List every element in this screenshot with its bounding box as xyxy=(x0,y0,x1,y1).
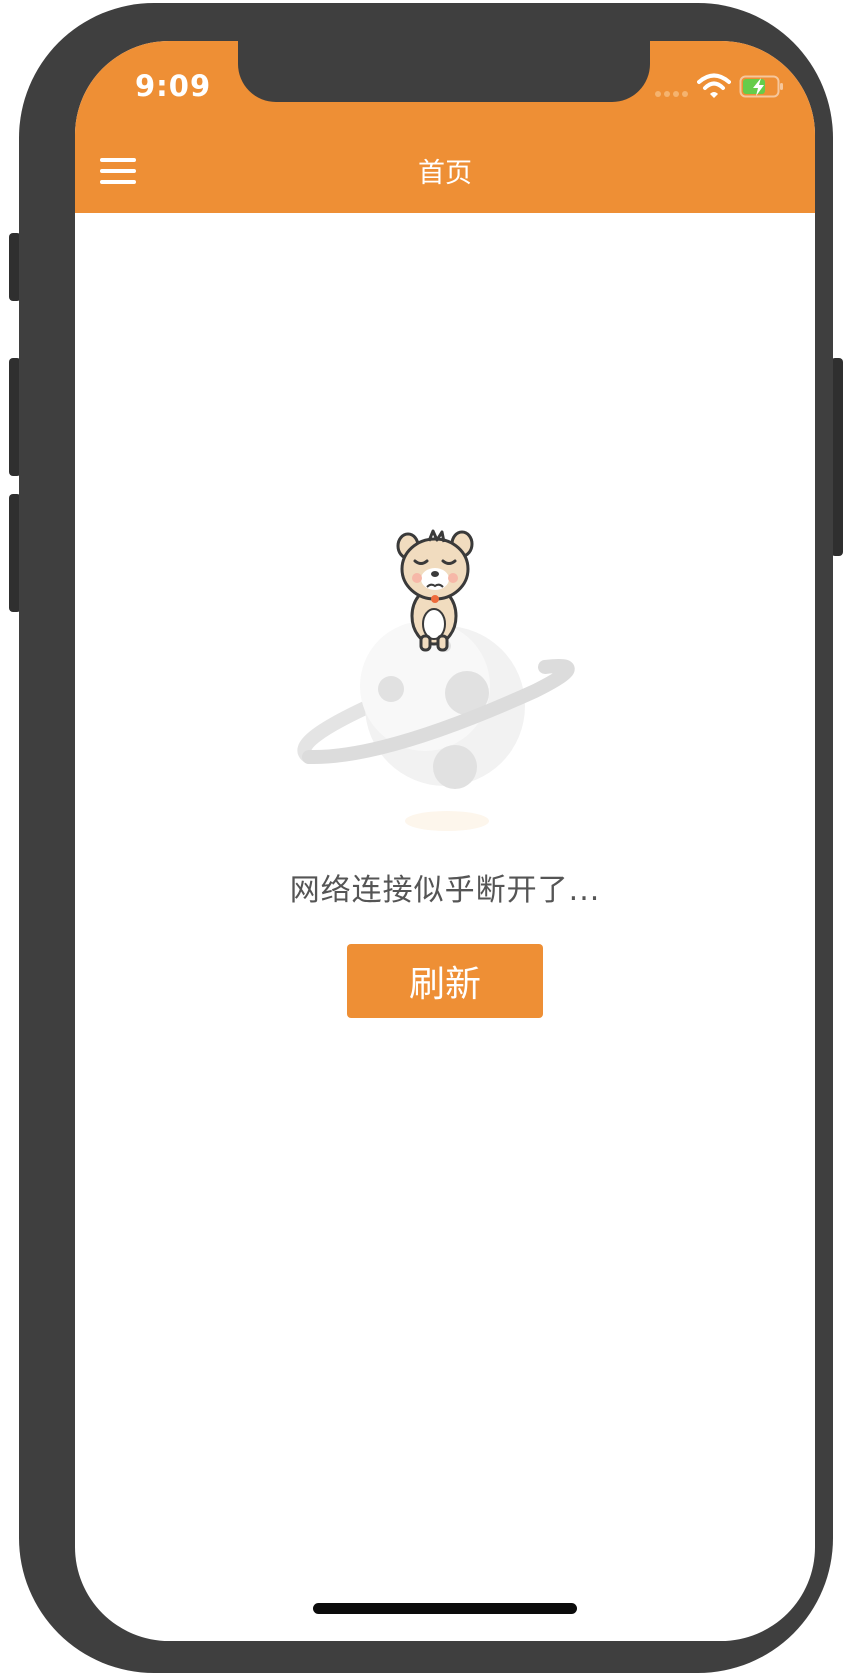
wifi-icon xyxy=(697,73,731,98)
home-indicator[interactable] xyxy=(313,1603,577,1614)
phone-frame: 9:09 首页 网络连接似乎断开了... 刷新 xyxy=(19,3,833,1673)
connection-error-message: 网络连接似乎断开了... xyxy=(289,873,601,908)
page-title: 首页 xyxy=(418,158,472,189)
bear-on-planet-illustration xyxy=(297,529,575,831)
battery-charging-icon xyxy=(739,75,783,98)
app-header: 9:09 首页 xyxy=(75,41,815,213)
cellular-signal-icon xyxy=(655,91,688,97)
screen: 9:09 首页 网络连接似乎断开了... 刷新 xyxy=(75,41,815,1641)
refresh-button[interactable]: 刷新 xyxy=(347,944,543,1018)
status-time: 9:09 xyxy=(135,69,212,103)
notch xyxy=(238,41,650,102)
